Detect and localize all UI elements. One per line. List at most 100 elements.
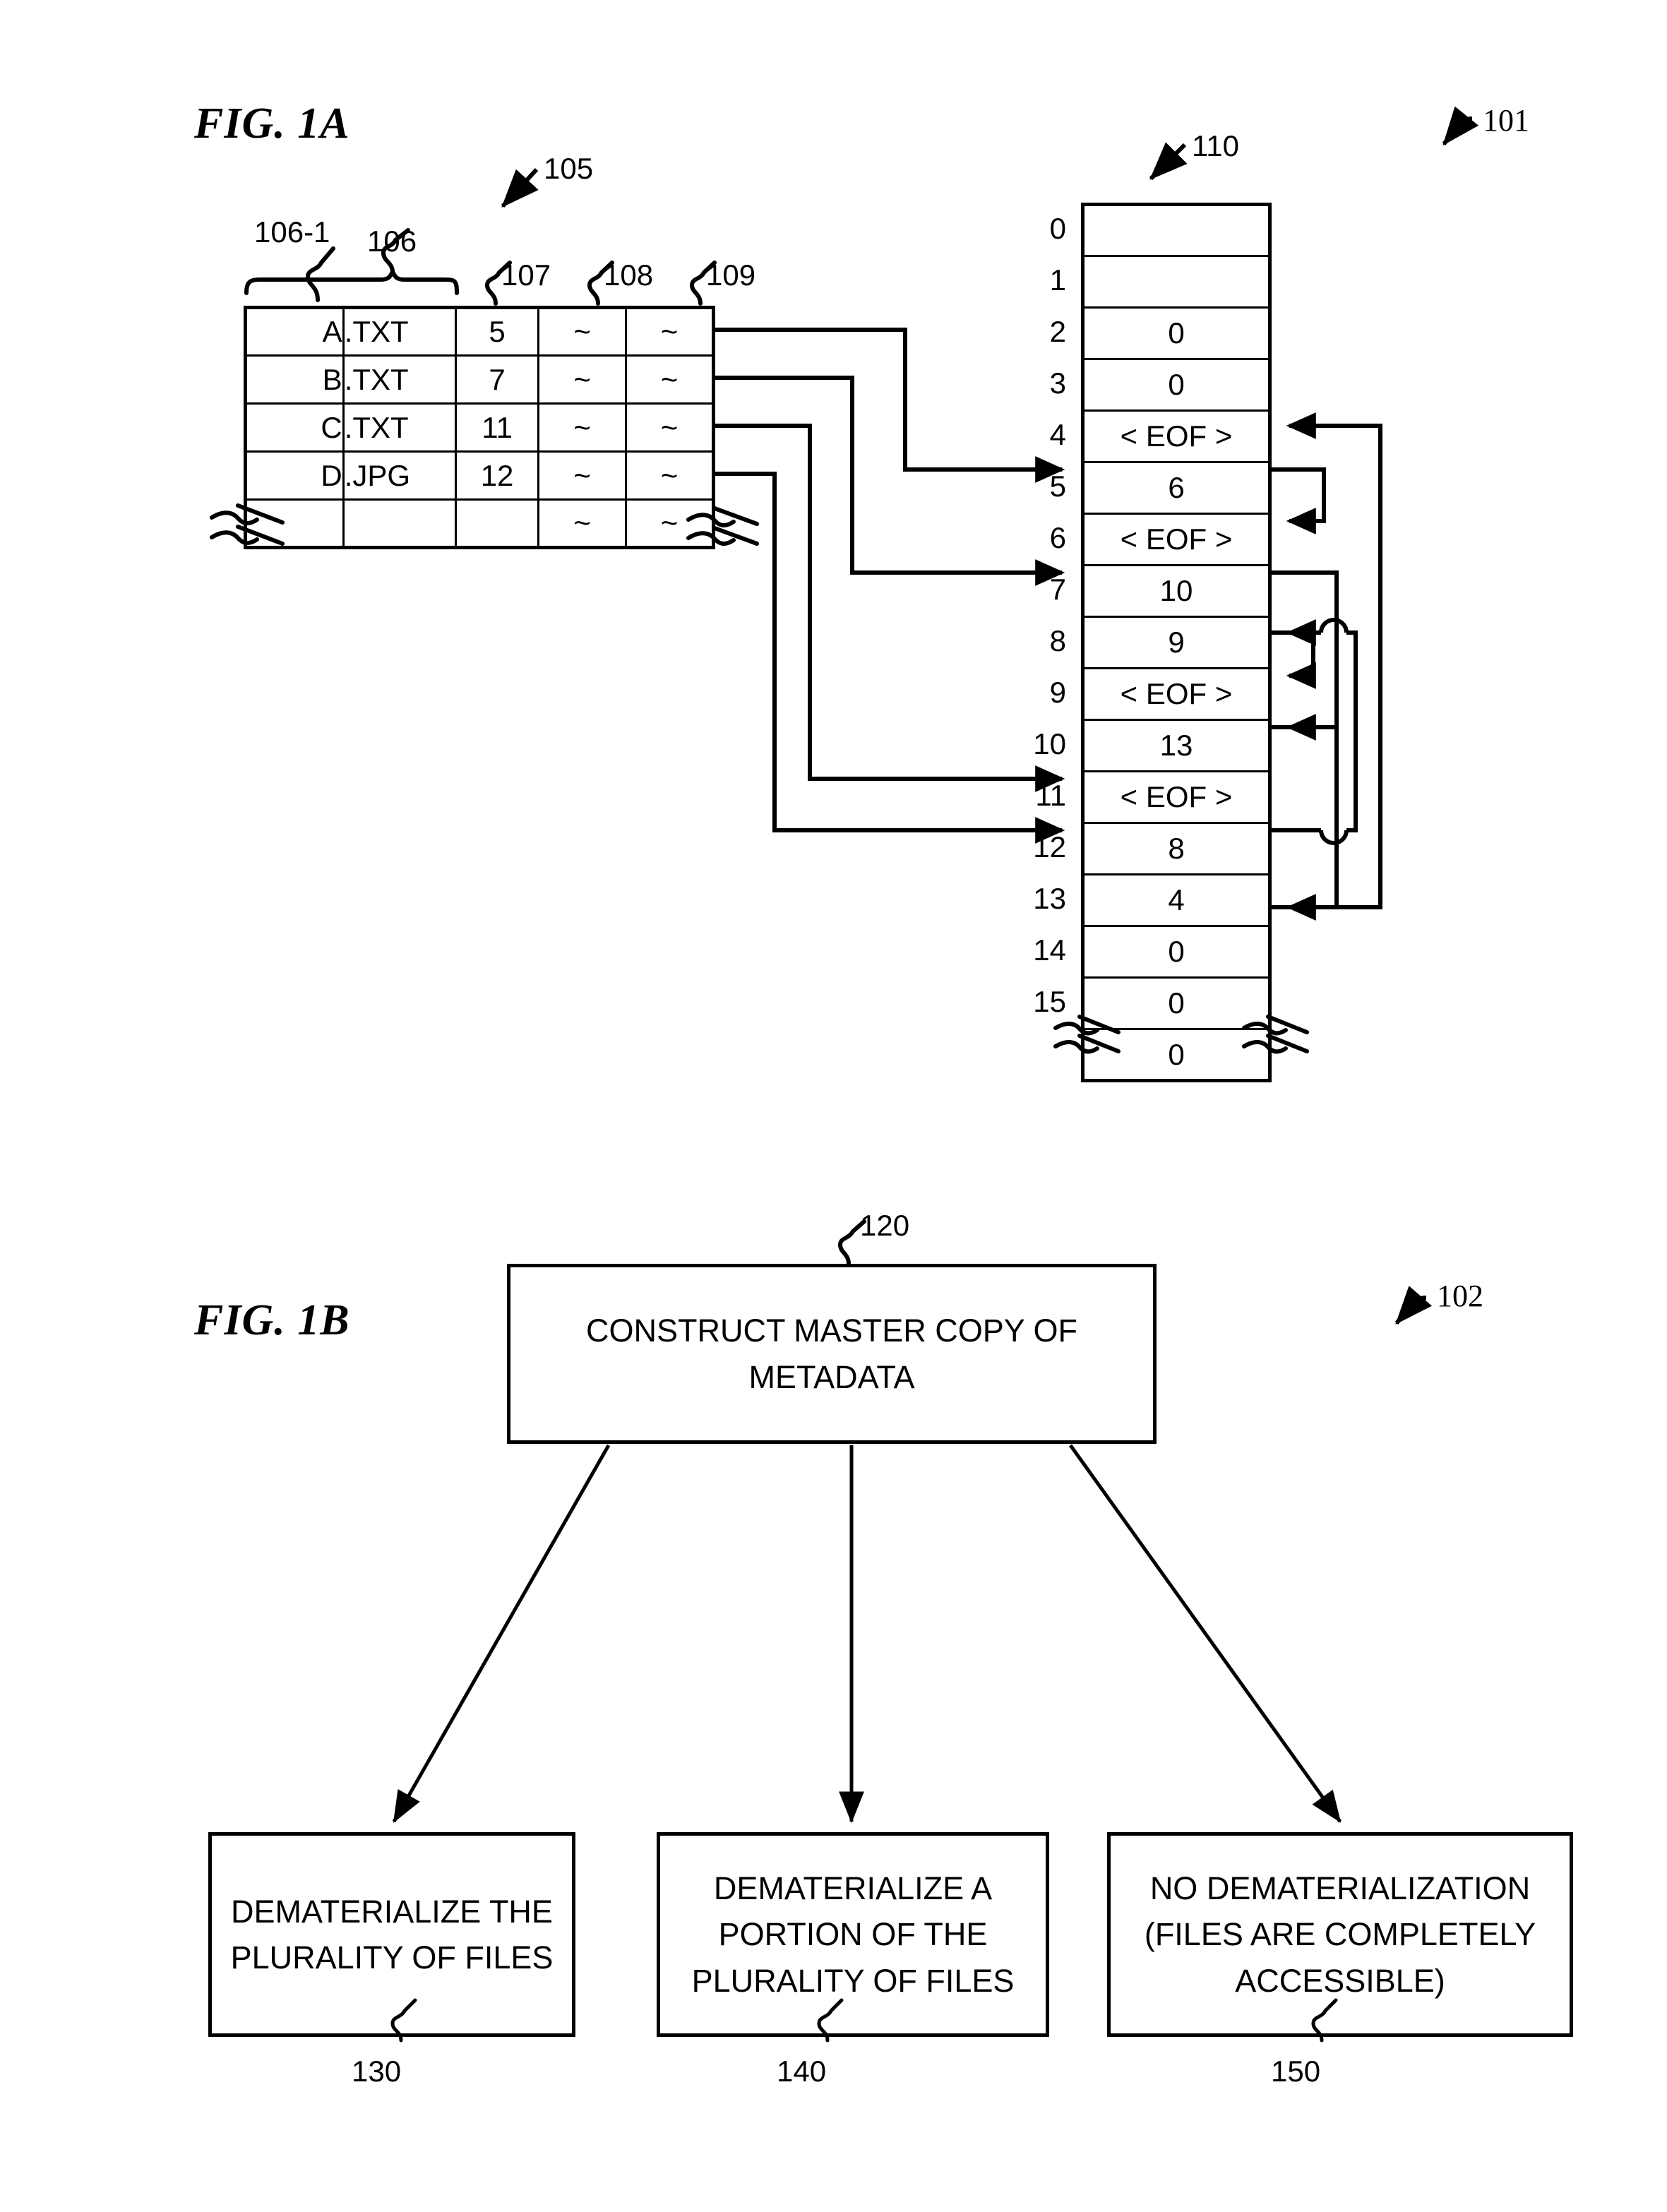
flow-arrow-to-130 (392, 1444, 611, 1823)
fat-value-cell: 13 (1082, 719, 1271, 772)
attribute-1-cell: ~ (537, 306, 628, 357)
table-row: D .JPG 12 ~ ~ (244, 450, 715, 501)
fat-value-cell: 6 (1082, 461, 1271, 515)
fat-link-7-to-10 (1272, 570, 1339, 727)
connector-row-b-to-cluster-7 (715, 376, 1065, 586)
file-ext-cell: .TXT (342, 402, 457, 453)
fat-row: 0 (1082, 1028, 1271, 1082)
fat-value-cell: 10 (1082, 564, 1271, 618)
fat-row: 13 (1082, 719, 1271, 772)
file-name-cell: A (244, 306, 345, 357)
leader-102 (1394, 1286, 1433, 1325)
fat-link-12-to-8-hop (1319, 830, 1349, 845)
attribute-1-cell: ~ (537, 402, 628, 453)
reference-numeral-102: 102 (1437, 1279, 1483, 1313)
attribute-1-cell: ~ (537, 450, 628, 501)
reference-numeral-108: 108 (604, 258, 654, 292)
fat-row: 4 (1082, 873, 1271, 927)
reference-numeral-109: 109 (706, 258, 756, 292)
fat-link-5-to-6 (1272, 467, 1326, 534)
brace-106 (244, 268, 459, 295)
fat-value-cell: 9 (1082, 616, 1271, 669)
fat-index-label: 7 (1049, 573, 1066, 606)
metadata-table-body: A .TXT 5 ~ ~ B .TXT 7 ~ ~ C .TXT 11 ~ ~ (244, 306, 715, 549)
fat-value-cell: 8 (1082, 822, 1271, 875)
fat-index-label: 13 (1033, 882, 1066, 915)
reference-numeral-101: 101 (1483, 103, 1529, 138)
file-allocation-table: 0 0 < EOF > 6 < EOF > 10 9 < EOF > 13 < … (1081, 203, 1272, 1082)
fat-value-cell: 0 (1082, 1028, 1271, 1082)
attribute-2-cell: ~ (625, 498, 715, 549)
attribute-2-cell: ~ (625, 450, 715, 501)
reference-numeral-140: 140 (777, 2055, 827, 2088)
figure-1a-title: FIG. 1A (194, 100, 350, 148)
connector-row-d-to-cluster-12 (715, 472, 1065, 844)
fat-index-label: 15 (1033, 985, 1066, 1018)
fat-index-label: 5 (1049, 470, 1066, 503)
file-name-cell: D (244, 450, 345, 501)
fat-link-10-to-13 (1272, 725, 1339, 921)
file-name-cell: C (244, 402, 345, 453)
fat-index-label: 0 (1049, 212, 1066, 245)
connector-row-c-to-cluster-11 (715, 424, 1065, 792)
fat-value-cell: 0 (1082, 976, 1271, 1030)
attribute-2-cell: ~ (625, 354, 715, 405)
fat-index-label: 6 (1049, 521, 1066, 554)
reference-numeral-130: 130 (352, 2055, 402, 2088)
leader-110 (1149, 142, 1188, 181)
attribute-1-cell: ~ (537, 498, 628, 549)
table-row: B .TXT 7 ~ ~ (244, 354, 715, 405)
fat-value-cell: 4 (1082, 873, 1271, 927)
leader-105 (501, 167, 539, 208)
fat-row: < EOF > (1082, 513, 1271, 566)
fat-value-cell: 0 (1082, 306, 1271, 360)
fat-link-12-to-8-hop2 (1319, 618, 1349, 633)
metadata-table: A .TXT 5 ~ ~ B .TXT 7 ~ ~ C .TXT 11 ~ ~ (244, 306, 715, 549)
file-ext-cell: .JPG (342, 450, 457, 501)
fat-row: 6 (1082, 461, 1271, 515)
start-cluster-cell: 7 (454, 354, 540, 405)
table-row: C .TXT 11 ~ ~ (244, 402, 715, 453)
start-cluster-cell: 11 (454, 402, 540, 453)
fat-index-label: 9 (1049, 676, 1066, 709)
reference-numeral-150: 150 (1271, 2055, 1321, 2088)
start-cluster-cell: 5 (454, 306, 540, 357)
fat-index-label: 4 (1049, 418, 1066, 451)
start-cluster-cell: 12 (454, 450, 540, 501)
fat-index-label: 10 (1033, 727, 1066, 760)
file-ext-cell: .TXT (342, 306, 457, 357)
fat-link-12-to-8-seg2 (1346, 630, 1358, 832)
fat-value-cell: 0 (1082, 925, 1271, 979)
fat-value-cell: < EOF > (1082, 667, 1271, 721)
reference-numeral-105: 105 (544, 152, 594, 185)
figure-1b-title: FIG. 1B (194, 1296, 350, 1344)
fat-row: 10 (1082, 564, 1271, 618)
fat-row (1082, 255, 1271, 309)
file-name-cell (244, 498, 345, 549)
fat-index-label: 14 (1033, 933, 1066, 967)
reference-numeral-106-1: 106-1 (254, 215, 330, 249)
fat-index-label: 12 (1033, 830, 1066, 863)
fat-value-cell: < EOF > (1082, 409, 1271, 463)
patent-figure-page: FIG. 1A 101 105 106-1 106 107 108 109 11… (0, 0, 1667, 2212)
fat-value-cell (1082, 203, 1271, 257)
file-ext-cell: .TXT (342, 354, 457, 405)
flow-box-no-dematerialization: NO DEMATERIALIZATION (FILES ARE COMPLETE… (1107, 1832, 1573, 2037)
leader-101 (1442, 106, 1479, 146)
flow-arrow-to-150 (1068, 1444, 1342, 1823)
fat-value-cell (1082, 255, 1271, 309)
file-ext-cell (342, 498, 457, 549)
attribute-2-cell: ~ (625, 402, 715, 453)
flow-box-dematerialize-all: DEMATERIALIZE THE PLURALITY OF FILES (208, 1832, 575, 2037)
fat-row: 9 (1082, 616, 1271, 669)
fat-row (1082, 203, 1271, 257)
fat-index-label: 11 (1035, 779, 1066, 812)
fat-body: 0 0 < EOF > 6 < EOF > 10 9 < EOF > 13 < … (1082, 203, 1271, 1082)
table-row: ~ ~ (244, 498, 715, 549)
connector-row-a-to-cluster-5 (715, 328, 1065, 483)
fat-row: < EOF > (1082, 667, 1271, 721)
flow-box-dematerialize-portion: DEMATERIALIZE A PORTION OF THE PLURALITY… (657, 1832, 1049, 2037)
file-name-cell: B (244, 354, 345, 405)
flow-box-construct-master-copy: CONSTRUCT MASTER COPY OF METADATA (507, 1264, 1157, 1444)
fat-index-label: 3 (1049, 366, 1066, 400)
